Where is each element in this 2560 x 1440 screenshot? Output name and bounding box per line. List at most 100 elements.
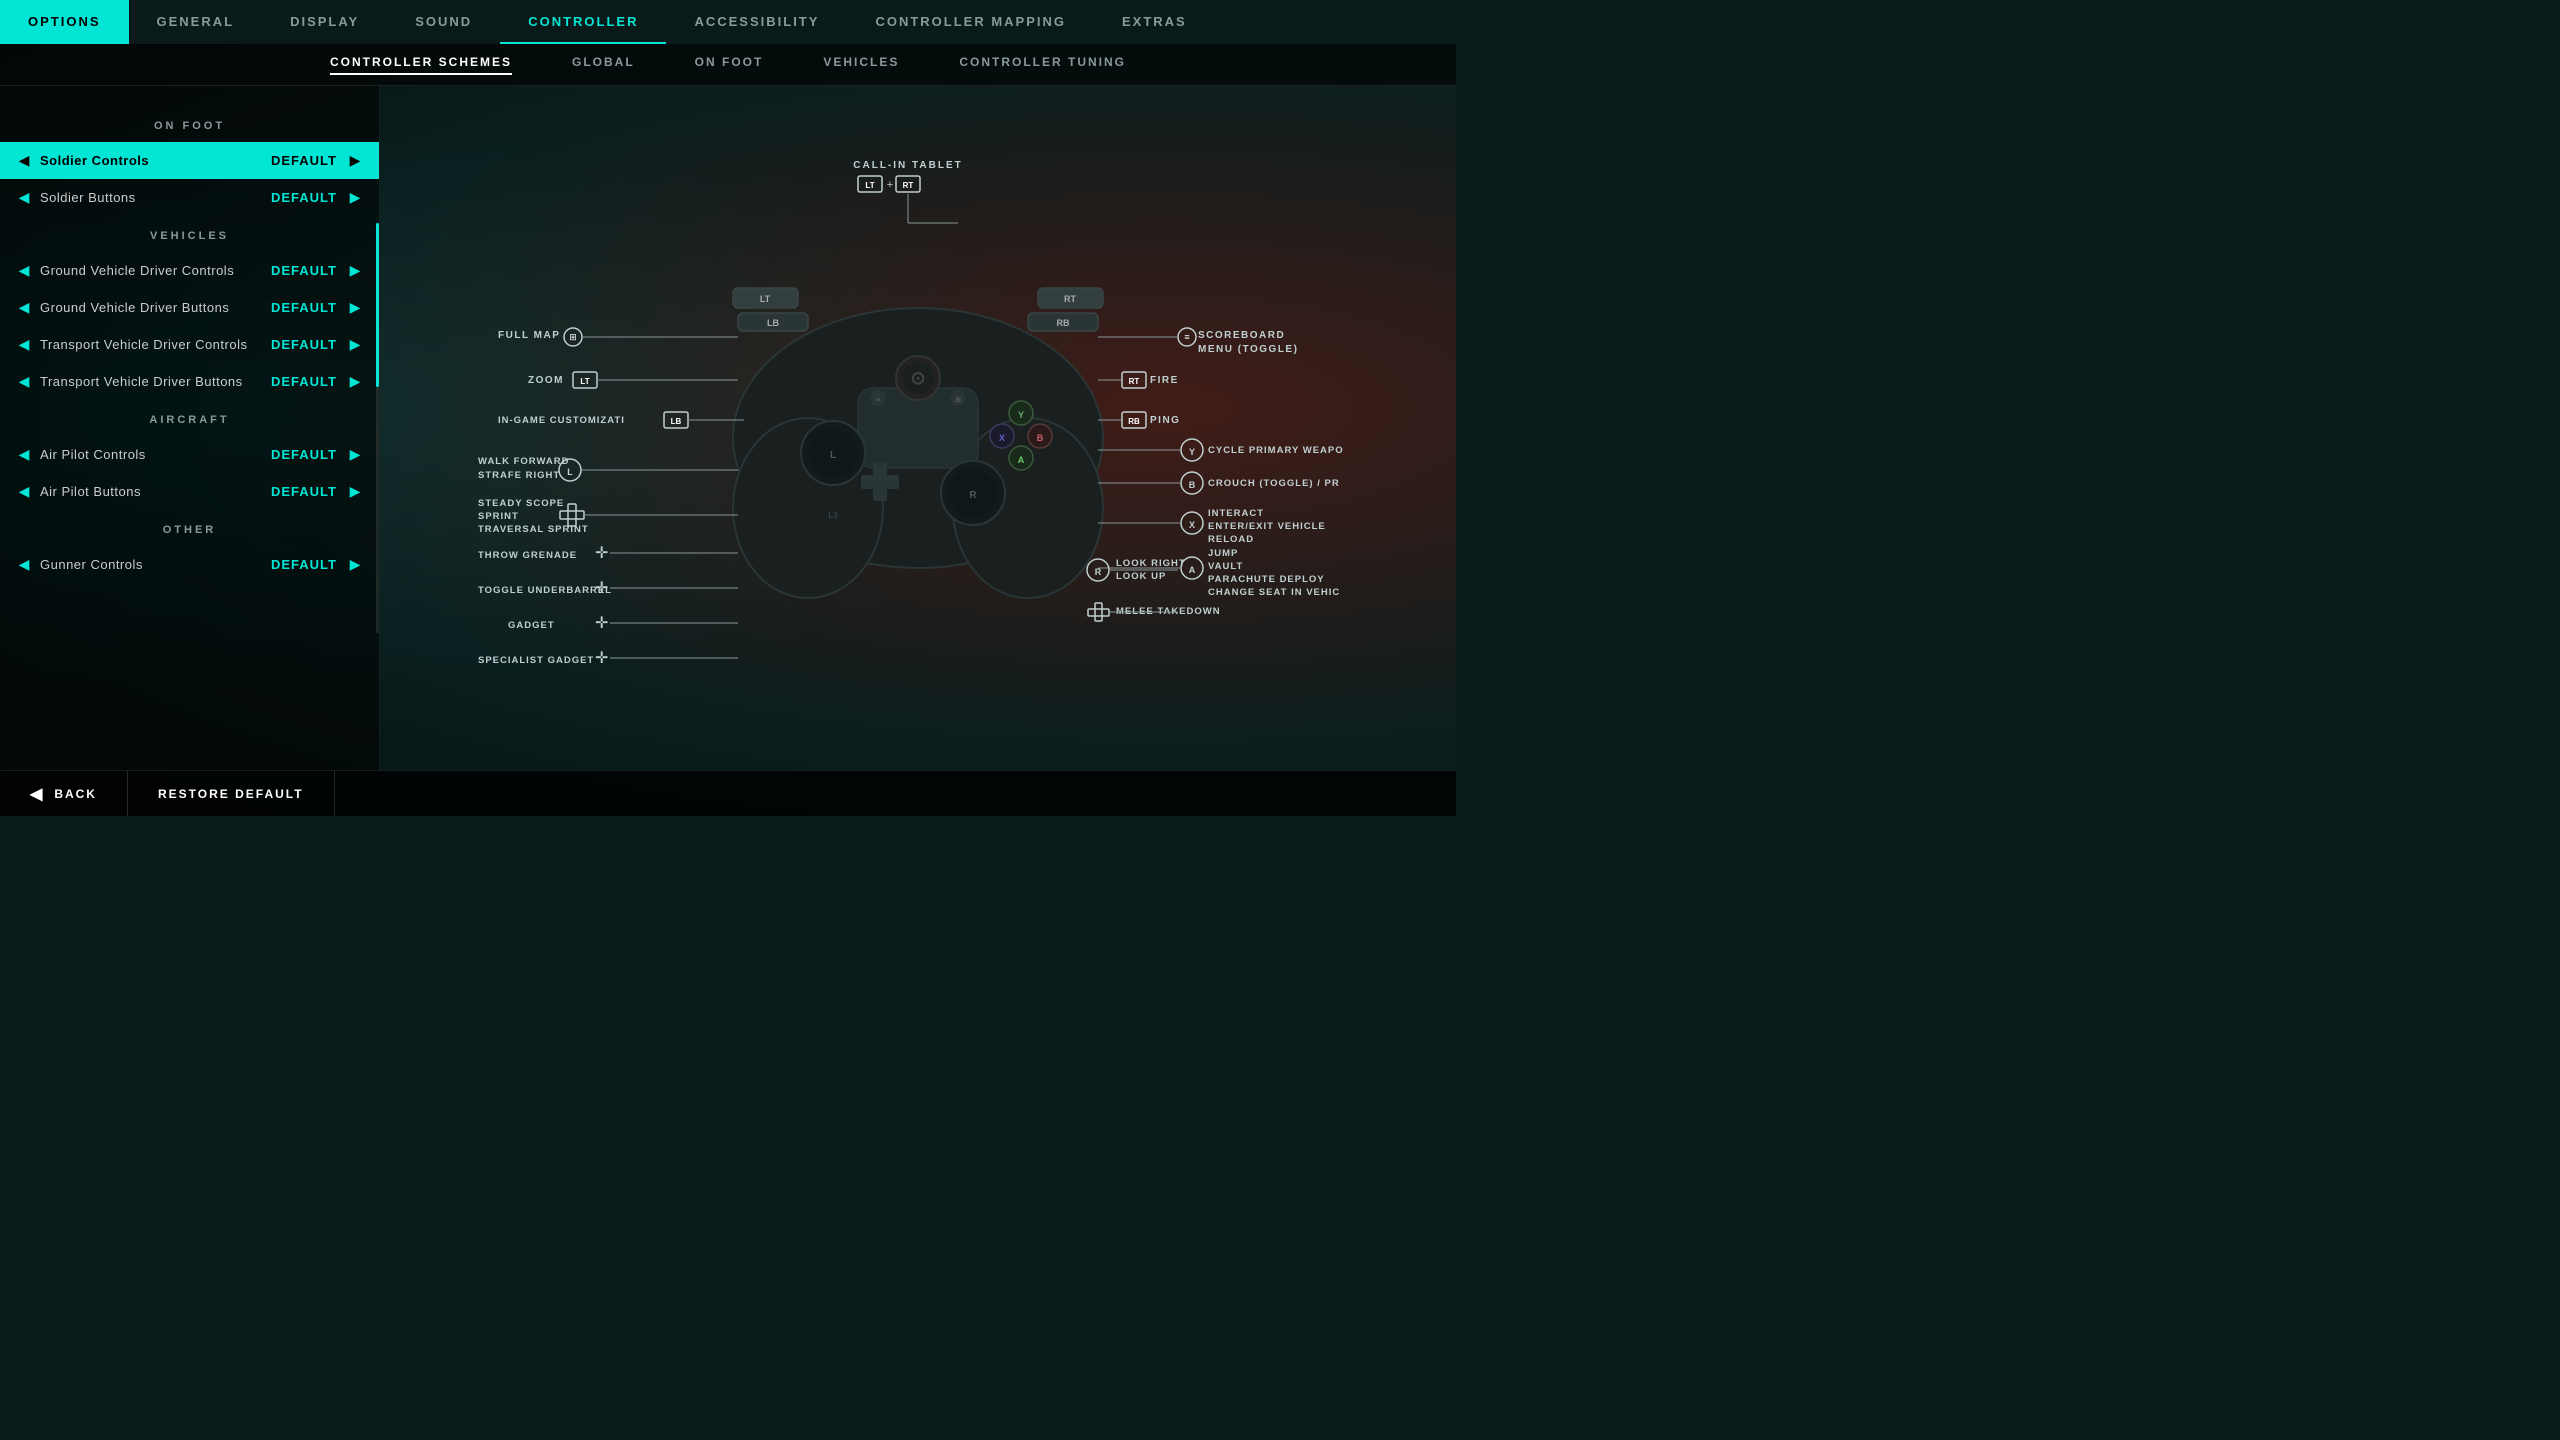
nav-sound[interactable]: SOUND — [387, 0, 500, 44]
tab-vehicles[interactable]: VEHICLES — [823, 55, 899, 75]
svg-text:STEADY SCOPE: STEADY SCOPE — [478, 498, 564, 509]
second-navigation: CONTROLLER SCHEMES GLOBAL ON FOOT VEHICL… — [0, 44, 1456, 86]
section-other: OTHER — [0, 510, 379, 546]
arrow-right-air-pilot-controls[interactable]: ▶ — [347, 446, 363, 463]
gvd-buttons-value: DEFAULT — [269, 300, 339, 315]
svg-text:⊞: ⊞ — [569, 332, 577, 342]
scheme-gvd-buttons[interactable]: ◀ Ground Vehicle Driver Buttons DEFAULT … — [0, 289, 379, 326]
tab-controller-schemes[interactable]: CONTROLLER SCHEMES — [330, 55, 512, 75]
arrow-right-tvd-buttons[interactable]: ▶ — [347, 373, 363, 390]
nav-options[interactable]: OPTIONS — [0, 0, 129, 44]
svg-text:R: R — [1095, 567, 1102, 577]
arrow-left-air-pilot-controls[interactable]: ◀ — [16, 446, 32, 463]
svg-text:✛: ✛ — [595, 650, 608, 667]
scheme-tvd-buttons[interactable]: ◀ Transport Vehicle Driver Buttons DEFAU… — [0, 363, 379, 400]
arrow-right-soldier-controls[interactable]: ▶ — [347, 152, 363, 169]
arrow-right-gvd-buttons[interactable]: ▶ — [347, 299, 363, 316]
arrow-left-soldier-controls[interactable]: ◀ — [16, 152, 32, 169]
svg-text:✛: ✛ — [595, 615, 608, 632]
svg-text:✛: ✛ — [595, 545, 608, 562]
soldier-controls-value: DEFAULT — [269, 153, 339, 168]
svg-text:MENU (TOGGLE): MENU (TOGGLE) — [1198, 344, 1298, 355]
tvd-buttons-value: DEFAULT — [269, 374, 339, 389]
scheme-gvd-controls[interactable]: ◀ Ground Vehicle Driver Controls DEFAULT… — [0, 252, 379, 289]
scrollbar-track[interactable] — [376, 223, 379, 633]
soldier-buttons-label: Soldier Buttons — [40, 190, 261, 205]
svg-text:CROUCH (TOGGLE) / PR: CROUCH (TOGGLE) / PR — [1208, 478, 1340, 489]
arrow-left-gvd-controls[interactable]: ◀ — [16, 262, 32, 279]
arrow-left-gunner-controls[interactable]: ◀ — [16, 556, 32, 573]
arrow-right-gvd-controls[interactable]: ▶ — [347, 262, 363, 279]
tvd-buttons-label: Transport Vehicle Driver Buttons — [40, 374, 261, 389]
arrow-left-gvd-buttons[interactable]: ◀ — [16, 299, 32, 316]
svg-text:PING: PING — [1150, 415, 1180, 426]
gunner-controls-label: Gunner Controls — [40, 557, 261, 572]
nav-controller-mapping[interactable]: CONTROLLER MAPPING — [847, 0, 1094, 44]
arrow-right-tvd-controls[interactable]: ▶ — [347, 336, 363, 353]
arrow-left-tvd-controls[interactable]: ◀ — [16, 336, 32, 353]
nav-controller[interactable]: CONTROLLER — [500, 0, 666, 44]
svg-text:A: A — [1018, 455, 1025, 465]
tab-on-foot[interactable]: ON FOOT — [695, 55, 764, 75]
nav-display[interactable]: DISPLAY — [262, 0, 387, 44]
main-content: ON FOOT ◀ Soldier Controls DEFAULT ▶ ◀ S… — [0, 86, 1456, 770]
svg-text:X: X — [999, 433, 1005, 443]
air-pilot-buttons-label: Air Pilot Buttons — [40, 484, 261, 499]
svg-text:SPECIALIST GADGET: SPECIALIST GADGET — [478, 655, 594, 666]
svg-text:RT: RT — [1129, 377, 1140, 386]
arrow-left-tvd-buttons[interactable]: ◀ — [16, 373, 32, 390]
section-on-foot: ON FOOT — [0, 106, 379, 142]
svg-text:LT: LT — [580, 377, 589, 386]
scheme-soldier-controls[interactable]: ◀ Soldier Controls DEFAULT ▶ — [0, 142, 379, 179]
left-panel: ON FOOT ◀ Soldier Controls DEFAULT ▶ ◀ S… — [0, 86, 380, 770]
svg-text:⊞: ⊞ — [955, 397, 961, 404]
nav-general[interactable]: GENERAL — [129, 0, 263, 44]
gvd-controls-value: DEFAULT — [269, 263, 339, 278]
svg-text:Y: Y — [1018, 410, 1024, 420]
restore-default-label: RESTORE DEFAULT — [158, 787, 304, 801]
back-icon: ◀ — [30, 784, 44, 804]
back-label: BACK — [54, 787, 97, 801]
scheme-soldier-buttons[interactable]: ◀ Soldier Buttons DEFAULT ▶ — [0, 179, 379, 216]
top-navigation: OPTIONS GENERAL DISPLAY SOUND CONTROLLER… — [0, 0, 1456, 44]
svg-text:LB: LB — [767, 318, 779, 328]
tab-controller-tuning[interactable]: CONTROLLER TUNING — [959, 55, 1126, 75]
nav-extras[interactable]: EXTRAS — [1094, 0, 1215, 44]
svg-text:LOOK UP: LOOK UP — [1116, 571, 1166, 582]
scheme-tvd-controls[interactable]: ◀ Transport Vehicle Driver Controls DEFA… — [0, 326, 379, 363]
svg-text:⊙: ⊙ — [910, 368, 925, 388]
right-panel: ⊙ LB RB LT RT L R — [380, 86, 1456, 770]
section-aircraft: AIRCRAFT — [0, 400, 379, 436]
arrow-left-soldier-buttons[interactable]: ◀ — [16, 189, 32, 206]
svg-text:X: X — [1189, 520, 1195, 530]
svg-text:PARACHUTE DEPLOY: PARACHUTE DEPLOY — [1208, 574, 1325, 585]
svg-text:IN-GAME CUSTOMIZATI: IN-GAME CUSTOMIZATI — [498, 415, 625, 426]
arrow-right-soldier-buttons[interactable]: ▶ — [347, 189, 363, 206]
scrollbar-thumb[interactable] — [376, 223, 379, 387]
svg-text:L3: L3 — [829, 511, 838, 520]
svg-text:THROW GRENADE: THROW GRENADE — [478, 550, 577, 561]
back-button[interactable]: ◀ BACK — [0, 771, 128, 816]
svg-text:RELOAD: RELOAD — [1208, 534, 1254, 545]
svg-text:FULL MAP: FULL MAP — [498, 330, 560, 341]
svg-text:INTERACT: INTERACT — [1208, 508, 1264, 519]
svg-text:CALL-IN TABLET: CALL-IN TABLET — [853, 160, 962, 171]
scheme-air-pilot-buttons[interactable]: ◀ Air Pilot Buttons DEFAULT ▶ — [0, 473, 379, 510]
svg-text:≡: ≡ — [876, 397, 880, 404]
gvd-controls-label: Ground Vehicle Driver Controls — [40, 263, 261, 278]
svg-text:≡: ≡ — [1184, 332, 1189, 342]
nav-accessibility[interactable]: ACCESSIBILITY — [666, 0, 847, 44]
svg-text:B: B — [1189, 480, 1196, 490]
scheme-gunner-controls[interactable]: ◀ Gunner Controls DEFAULT ▶ — [0, 546, 379, 583]
tab-global[interactable]: GLOBAL — [572, 55, 635, 75]
arrow-left-air-pilot-buttons[interactable]: ◀ — [16, 483, 32, 500]
svg-text:LB: LB — [671, 417, 682, 426]
soldier-controls-label: Soldier Controls — [40, 153, 261, 168]
arrow-right-air-pilot-buttons[interactable]: ▶ — [347, 483, 363, 500]
restore-default-button[interactable]: RESTORE DEFAULT — [128, 771, 335, 816]
scheme-air-pilot-controls[interactable]: ◀ Air Pilot Controls DEFAULT ▶ — [0, 436, 379, 473]
arrow-right-gunner-controls[interactable]: ▶ — [347, 556, 363, 573]
tvd-controls-label: Transport Vehicle Driver Controls — [40, 337, 261, 352]
svg-text:RB: RB — [1057, 318, 1070, 328]
svg-text:LT: LT — [865, 181, 874, 190]
